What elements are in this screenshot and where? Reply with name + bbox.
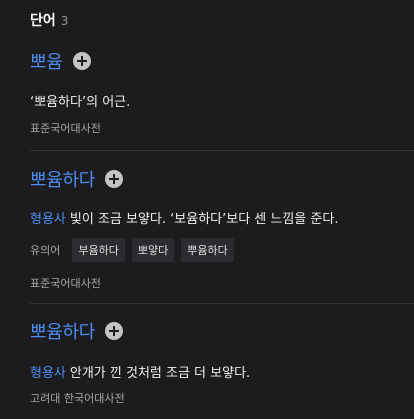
synonym-chip[interactable]: 뽀얗다 xyxy=(131,238,175,262)
section-header: 단어 3 xyxy=(30,10,68,30)
dictionary-source[interactable]: 표준국어대사전 xyxy=(30,120,414,136)
part-of-speech: 형용사 xyxy=(30,366,66,381)
synonyms-row: 유의어 부윰하다 뽀얗다 뿌윰하다 xyxy=(30,238,414,262)
definition-text: 안개가 낀 것처럼 조금 더 보얗다. xyxy=(69,366,251,381)
add-to-wordbook-icon[interactable] xyxy=(105,322,124,340)
synonym-chip[interactable]: 뿌윰하다 xyxy=(181,238,234,262)
synonyms-label: 유의어 xyxy=(30,244,61,257)
dictionary-word-panel: 단어 3 뽀윰 ‘뽀윰하다’의 어근. 표준국어대사전 뽀윰하다 형용사 빛이 조… xyxy=(0,0,414,419)
result-count: 3 xyxy=(60,14,69,28)
word-link[interactable]: 뽀윰하다 xyxy=(30,318,95,344)
add-to-wordbook-icon[interactable] xyxy=(72,52,91,70)
word-entry: 뽀윰 ‘뽀윰하다’의 어근. 표준국어대사전 xyxy=(30,48,414,136)
definition: 형용사 빛이 조금 보얗다. ‘보윰하다’보다 센 느낌을 준다. xyxy=(30,208,414,227)
definition: ‘뽀윰하다’의 어근. xyxy=(30,91,414,110)
word-entry: 뽀윰하다 형용사 빛이 조금 보얗다. ‘보윰하다’보다 센 느낌을 준다. 유의… xyxy=(30,166,414,291)
add-to-wordbook-icon[interactable] xyxy=(105,170,124,188)
divider xyxy=(30,150,414,151)
definition: 형용사 안개가 낀 것처럼 조금 더 보얗다. xyxy=(30,362,414,381)
divider xyxy=(30,303,414,304)
dictionary-source[interactable]: 표준국어대사전 xyxy=(30,275,414,291)
word-entry: 뽀윰하다 형용사 안개가 낀 것처럼 조금 더 보얗다. 고려대 한국어대사전 xyxy=(30,318,414,406)
synonym-chip[interactable]: 부윰하다 xyxy=(72,238,125,262)
section-title: 단어 xyxy=(30,13,56,29)
word-link[interactable]: 뽀윰 xyxy=(30,48,63,74)
dictionary-source[interactable]: 고려대 한국어대사전 xyxy=(30,390,414,406)
part-of-speech: 형용사 xyxy=(30,212,66,227)
definition-text: 빛이 조금 보얗다. ‘보윰하다’보다 센 느낌을 준다. xyxy=(69,212,339,227)
word-link[interactable]: 뽀윰하다 xyxy=(30,166,95,192)
definition-text: ‘뽀윰하다’의 어근. xyxy=(30,95,131,110)
